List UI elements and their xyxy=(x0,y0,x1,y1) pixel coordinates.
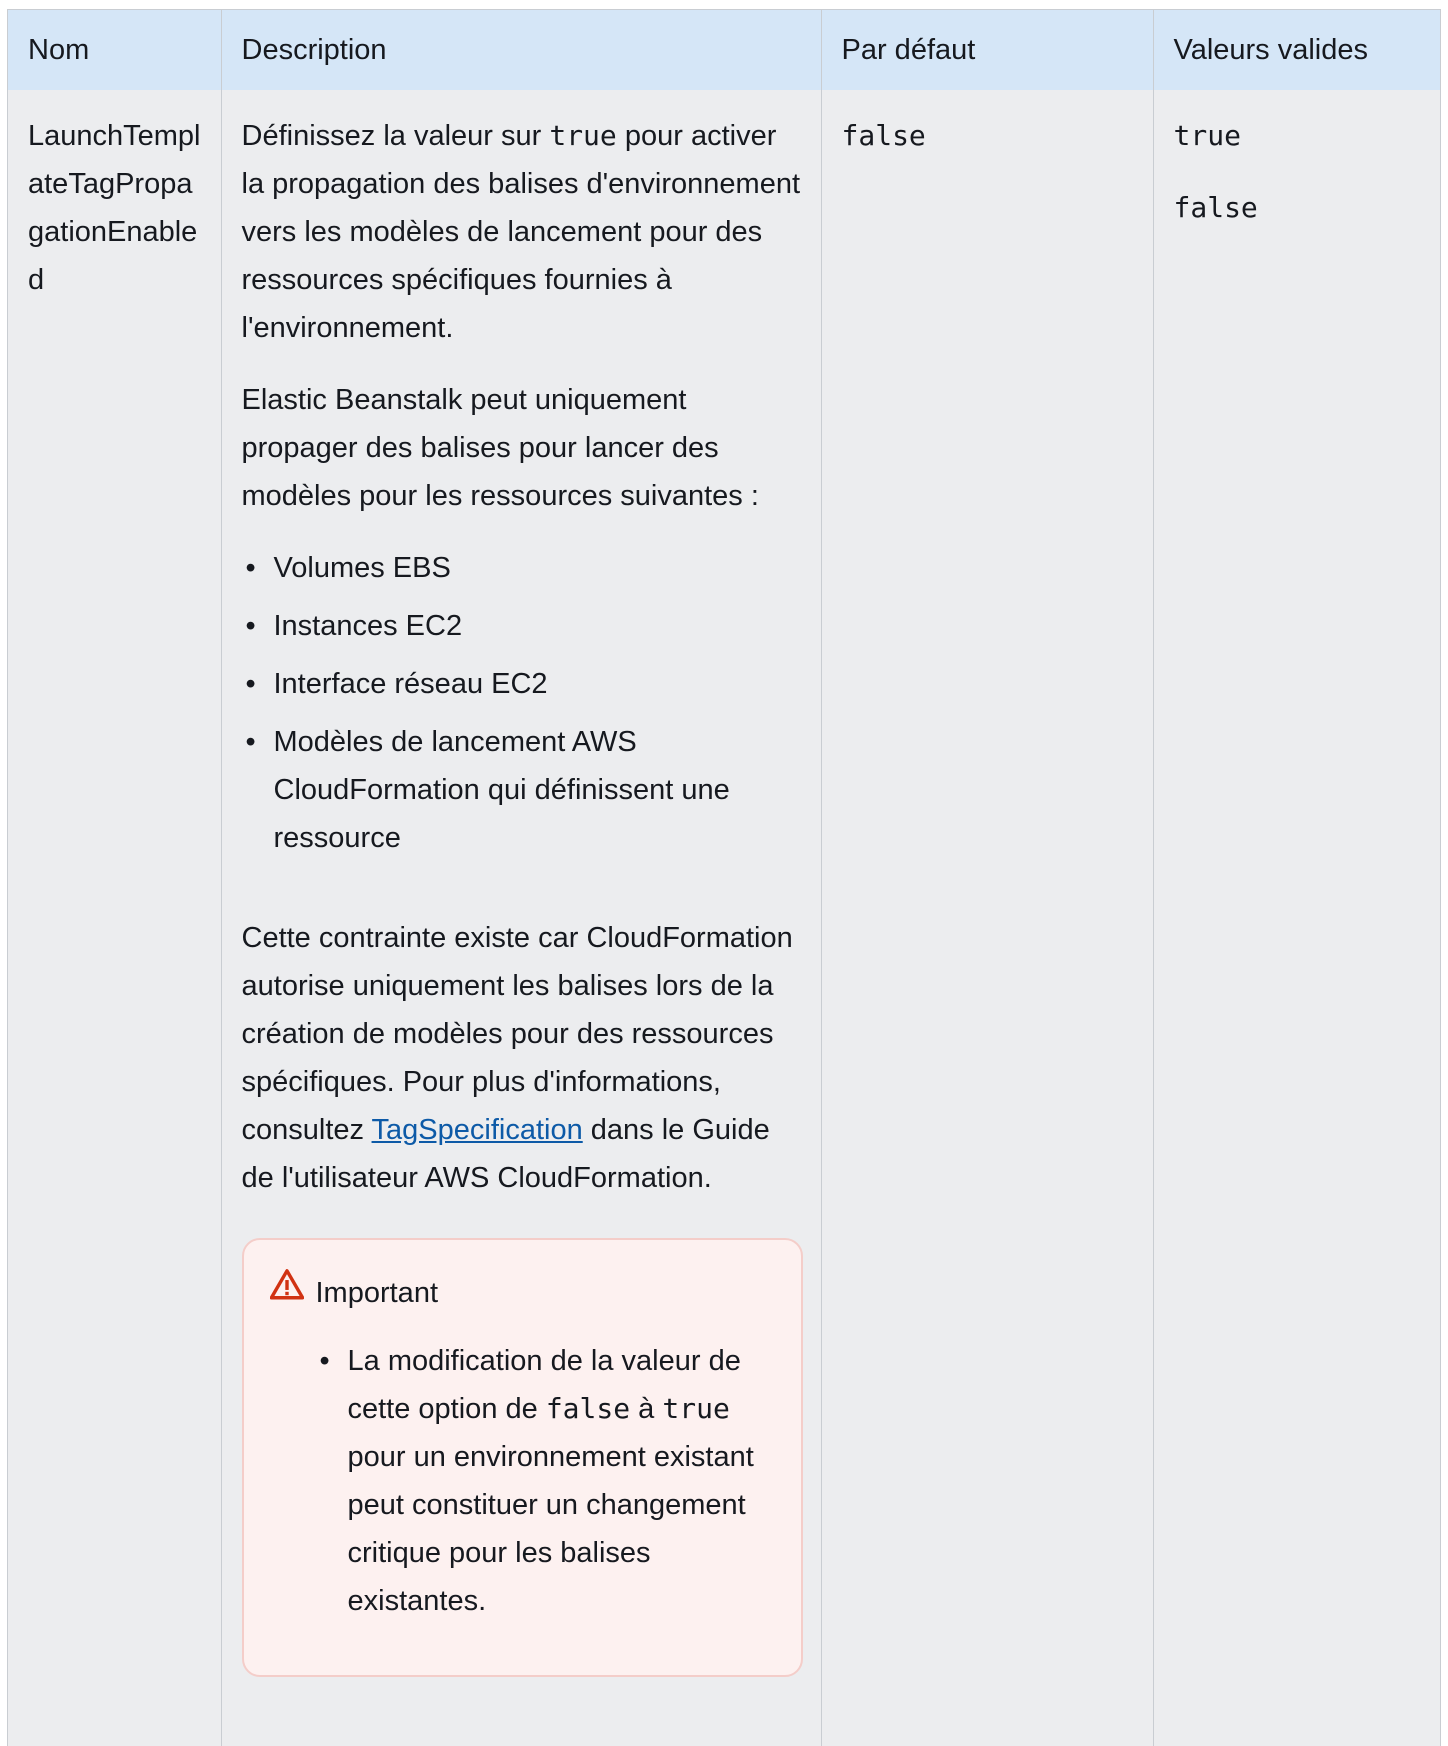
inline-code: true xyxy=(662,1392,730,1425)
option-valid-values: true false xyxy=(1153,90,1440,1746)
options-table: Nom Description Par défaut Valeurs valid… xyxy=(7,9,1441,1746)
valid-value: true xyxy=(1173,119,1241,152)
default-value: false xyxy=(841,119,926,152)
resource-list: Volumes EBS Instances EC2 Interface rése… xyxy=(242,544,801,862)
list-item: La modification de la valeur de cette op… xyxy=(316,1337,773,1625)
list-item: Volumes EBS xyxy=(242,544,801,592)
important-alert: Important La modification de la valeur d… xyxy=(241,1238,803,1677)
description-paragraph: Cette contrainte existe car CloudFormati… xyxy=(241,922,793,1194)
option-name: LaunchTemplateTagPropagationEnabled xyxy=(8,90,222,1746)
inline-code: false xyxy=(545,1392,631,1425)
inline-code: true xyxy=(549,119,617,152)
tagspecification-link[interactable]: TagSpecification xyxy=(372,1114,583,1146)
option-description: Définissez la valeur sur true pour activ… xyxy=(221,90,822,1746)
alert-list: La modification de la valeur de cette op… xyxy=(270,1337,773,1625)
header-name: Nom xyxy=(8,10,222,90)
header-valid-values: Valeurs valides xyxy=(1153,10,1440,90)
header-default: Par défaut xyxy=(821,10,1154,90)
option-default: false xyxy=(821,90,1154,1746)
table-row: LaunchTemplateTagPropagationEnabled Défi… xyxy=(8,90,1440,1746)
warning-icon xyxy=(269,1268,304,1317)
list-item: Instances EC2 xyxy=(242,602,801,650)
alert-title: Important xyxy=(315,1276,439,1309)
list-item: Interface réseau EC2 xyxy=(242,660,801,708)
list-item: Modèles de lancement AWS CloudFormation … xyxy=(242,718,801,862)
valid-value: false xyxy=(1173,191,1258,224)
header-description: Description xyxy=(221,10,822,90)
description-paragraph: Définissez la valeur sur true pour activ… xyxy=(241,119,801,344)
description-paragraph: Elastic Beanstalk peut uniquement propag… xyxy=(241,384,759,512)
table-header-row: Nom Description Par défaut Valeurs valid… xyxy=(8,10,1440,90)
alert-header: Important xyxy=(269,1268,773,1317)
